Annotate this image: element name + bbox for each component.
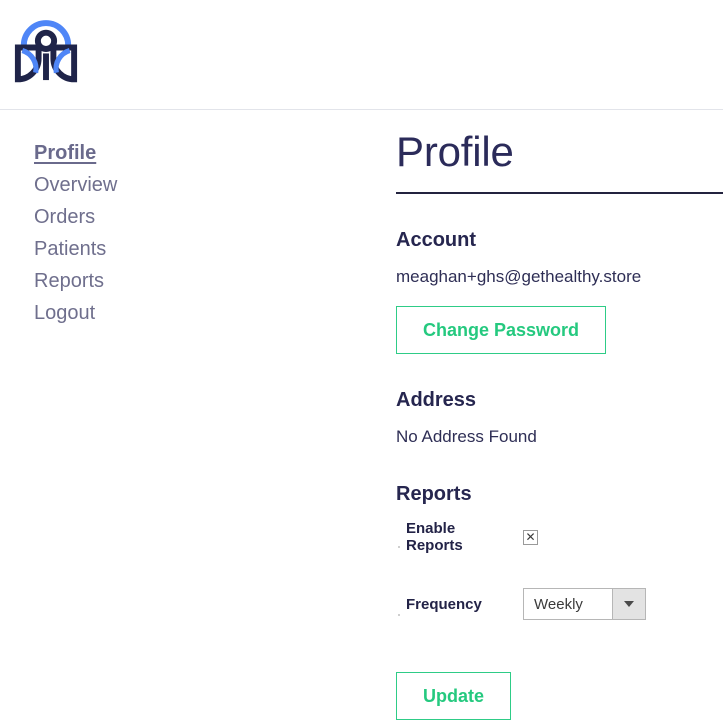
sidebar-item-logout[interactable]: Logout xyxy=(34,302,388,324)
reports-heading: Reports xyxy=(396,483,472,505)
page-body: Profile Overview Orders Patients Reports… xyxy=(0,110,723,720)
enable-reports-label: Enable Reports xyxy=(406,520,463,554)
update-button-wrap: Update xyxy=(396,654,723,720)
account-email: meaghan+ghs@gethealthy.store xyxy=(396,267,642,286)
reports-form: Enable Reports ✕ Frequency Weekly xyxy=(396,520,723,620)
sidebar-link-reports[interactable]: Reports xyxy=(34,270,104,292)
page-title: Profile xyxy=(396,128,514,175)
sidebar-link-patients[interactable]: Patients xyxy=(34,238,106,260)
frequency-selected-value: Weekly xyxy=(524,589,612,619)
sidebar-item-patients[interactable]: Patients xyxy=(34,238,388,260)
sidebar-item-overview[interactable]: Overview xyxy=(34,174,388,196)
sidebar-link-orders[interactable]: Orders xyxy=(34,206,95,228)
sidebar-nav: Profile Overview Orders Patients Reports… xyxy=(0,110,388,334)
frequency-label: Frequency xyxy=(406,595,482,613)
frequency-row: Frequency Weekly xyxy=(398,588,723,620)
sidebar-item-orders[interactable]: Orders xyxy=(34,206,388,228)
address-section: Address No Address Found xyxy=(396,388,723,448)
enable-reports-checkbox[interactable]: ✕ xyxy=(523,529,538,545)
title-divider xyxy=(396,192,723,194)
sidebar-list: Profile Overview Orders Patients Reports… xyxy=(34,142,388,324)
reports-section: Reports Enable Reports ✕ Frequency Weekl… xyxy=(396,482,723,720)
address-heading: Address xyxy=(396,389,477,411)
address-value: No Address Found xyxy=(396,427,537,446)
account-heading: Account xyxy=(396,229,476,251)
gethealthy-person-leaf-logo[interactable] xyxy=(9,12,83,86)
enable-reports-row: Enable Reports ✕ xyxy=(398,520,723,554)
sidebar-link-overview[interactable]: Overview xyxy=(34,174,117,196)
sidebar-link-logout[interactable]: Logout xyxy=(34,302,95,324)
sidebar-link-profile[interactable]: Profile xyxy=(34,142,96,164)
update-button[interactable]: Update xyxy=(396,672,512,720)
sidebar-item-reports[interactable]: Reports xyxy=(34,270,388,292)
sidebar-item-profile[interactable]: Profile xyxy=(34,142,388,164)
frequency-select[interactable]: Weekly xyxy=(523,588,646,620)
chevron-down-icon[interactable] xyxy=(612,589,645,619)
change-password-button[interactable]: Change Password xyxy=(396,306,607,354)
main-content: Profile Account meaghan+ghs@gethealthy.s… xyxy=(388,110,723,720)
site-header xyxy=(0,0,723,110)
account-section: Account meaghan+ghs@gethealthy.store Cha… xyxy=(396,228,723,354)
